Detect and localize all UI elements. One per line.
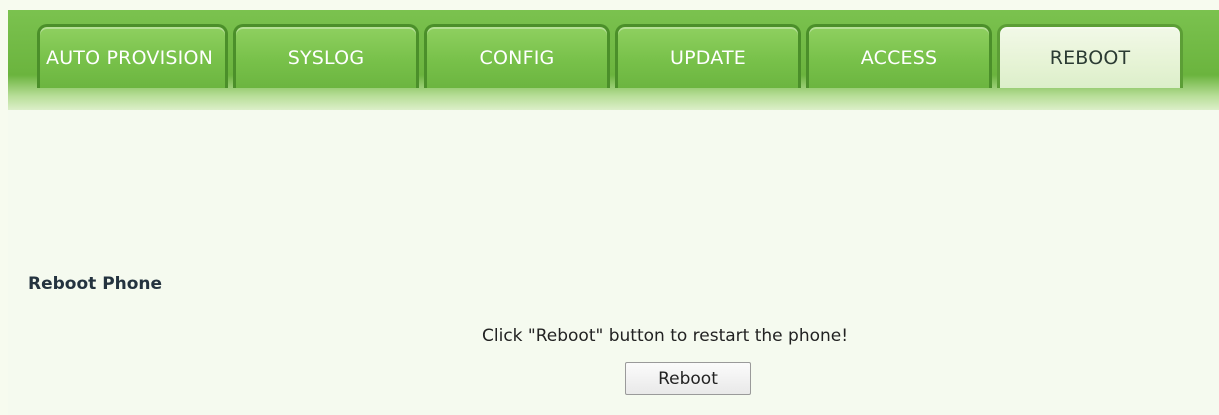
tab-bar: AUTO PROVISION SYSLOG CONFIG UPDATE ACCE… <box>8 10 1219 110</box>
section-title: Reboot Phone <box>28 274 163 294</box>
tab-update[interactable]: UPDATE <box>615 24 801 88</box>
tab-access[interactable]: ACCESS <box>806 24 992 88</box>
tab-config[interactable]: CONFIG <box>424 24 610 88</box>
tab-reboot[interactable]: REBOOT <box>997 24 1183 88</box>
content-area: Reboot Phone Click "Reboot" button to re… <box>8 110 1219 415</box>
tab-auto-provision[interactable]: AUTO PROVISION <box>37 24 228 88</box>
tab-syslog[interactable]: SYSLOG <box>233 24 419 88</box>
reboot-button[interactable]: Reboot <box>625 362 751 395</box>
page-frame: AUTO PROVISION SYSLOG CONFIG UPDATE ACCE… <box>0 0 1219 415</box>
tab-list: AUTO PROVISION SYSLOG CONFIG UPDATE ACCE… <box>37 24 1183 88</box>
reboot-instruction: Click "Reboot" button to restart the pho… <box>482 326 849 346</box>
